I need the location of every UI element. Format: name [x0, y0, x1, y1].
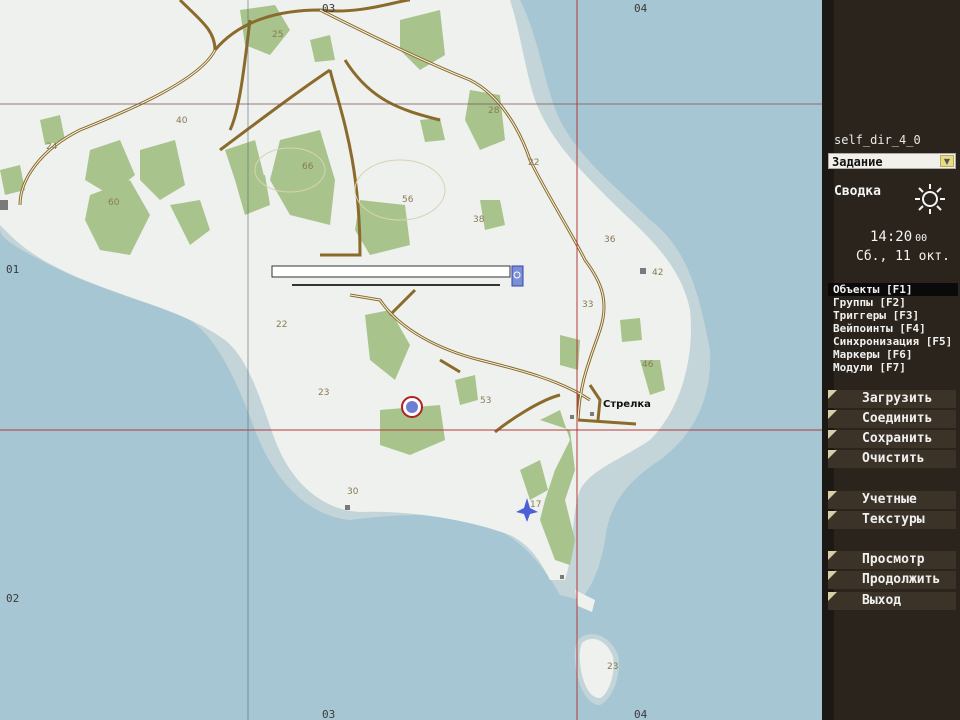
mode-waypoints[interactable]: Вейпоинты [F4] [828, 322, 958, 335]
preview-button[interactable]: Просмотр [828, 551, 956, 569]
mission-name: self_dir_4_0 [834, 133, 921, 147]
grid-label-top-03: 03 [322, 2, 336, 15]
mode-modules[interactable]: Модули [F7] [828, 361, 958, 374]
grid-label-left-01: 01 [6, 263, 20, 276]
unit-marker-icon[interactable] [401, 396, 423, 418]
elevation-label: 46 [642, 360, 654, 370]
load-button-label: Загрузить [862, 391, 933, 406]
button-corner [828, 450, 837, 459]
button-corner [828, 430, 837, 439]
town-label: Стрелка [603, 399, 651, 410]
save-button[interactable]: Сохранить [828, 430, 956, 448]
chevron-down-icon[interactable]: ▼ [940, 155, 954, 167]
elevation-label: 40 [176, 116, 188, 126]
elevation-label: 33 [582, 300, 594, 310]
elevation-label: 24 [46, 142, 58, 152]
elevation-label: 56 [402, 195, 414, 205]
elevation-label: 17 [530, 500, 542, 510]
preview-button-label: Просмотр [862, 552, 925, 567]
mode-synchronization[interactable]: Синхронизация [F5] [828, 335, 958, 348]
merge-button[interactable]: Соединить [828, 410, 956, 428]
editor-mode-list: Объекты [F1] Группы [F2] Триггеры [F3] В… [828, 283, 958, 374]
grid-label-top-04: 04 [634, 2, 648, 15]
button-corner [828, 511, 837, 520]
elevation-label: 28 [488, 106, 500, 116]
button-corner [828, 551, 837, 560]
grid-label-left-02: 02 [6, 592, 20, 605]
mode-groups[interactable]: Группы [F2] [828, 296, 958, 309]
button-corner [828, 410, 837, 419]
grid-label-bottom-03: 03 [322, 708, 336, 720]
editor-map[interactable]: 03 04 03 04 01 02 25 40 24 60 66 56 28 2… [0, 0, 822, 720]
button-corner [828, 390, 837, 399]
textures-button-label: Текстуры [862, 512, 925, 527]
button-corner [828, 491, 837, 500]
save-button-label: Сохранить [862, 431, 933, 446]
elevation-label: 66 [302, 162, 314, 172]
elevation-label: 60 [108, 198, 120, 208]
mission-date[interactable]: Сб., 11 окт. [856, 249, 950, 264]
continue-button[interactable]: Продолжить [828, 571, 956, 589]
merge-button-label: Соединить [862, 411, 933, 426]
elevation-label: 22 [276, 320, 288, 330]
textures-button[interactable]: Текстуры [828, 511, 956, 529]
mode-markers[interactable]: Маркеры [F6] [828, 348, 958, 361]
exit-button[interactable]: Выход [828, 592, 956, 610]
time-main: 14:20 [870, 229, 913, 245]
dropdown-value: Задание [832, 155, 883, 169]
elevation-label: 42 [652, 268, 664, 278]
elevation-label: 23 [318, 388, 330, 398]
elevation-label: 30 [347, 487, 359, 497]
time-seconds: 00 [915, 233, 928, 244]
mode-triggers[interactable]: Триггеры [F3] [828, 309, 958, 322]
elevation-label: 38 [473, 215, 485, 225]
intel-button-label: Учетные [862, 492, 917, 507]
map-canvas[interactable] [0, 0, 822, 720]
elevation-label: 25 [272, 30, 284, 40]
elevation-label: 36 [604, 235, 616, 245]
mode-objects[interactable]: Объекты [F1] [828, 283, 958, 296]
clear-button-label: Очистить [862, 451, 925, 466]
elevation-label: 53 [480, 396, 492, 406]
grid-label-bottom-04: 04 [634, 708, 648, 720]
clear-button[interactable]: Очистить [828, 450, 956, 468]
intel-button[interactable]: Учетные [828, 491, 956, 509]
sun-icon[interactable] [914, 183, 946, 215]
elevation-label: 23 [607, 662, 619, 672]
elevation-label: 22 [528, 158, 540, 168]
mission-time[interactable]: 14:20 00 [870, 229, 927, 245]
continue-button-label: Продолжить [862, 572, 941, 587]
button-corner [828, 592, 837, 601]
exit-button-label: Выход [862, 593, 902, 608]
button-corner [828, 571, 837, 580]
mission-type-dropdown[interactable]: Задание ▼ [828, 153, 956, 169]
briefing-title[interactable]: Сводка [834, 184, 881, 199]
load-button[interactable]: Загрузить [828, 390, 956, 408]
